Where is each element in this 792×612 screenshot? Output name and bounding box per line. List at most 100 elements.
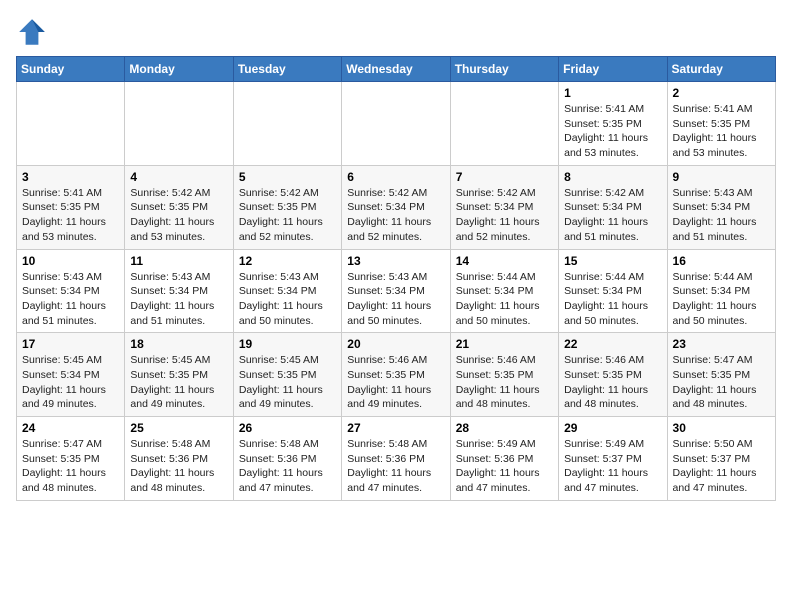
calendar-day-cell: 17Sunrise: 5:45 AM Sunset: 5:34 PM Dayli… bbox=[17, 333, 125, 417]
day-number: 9 bbox=[673, 170, 770, 184]
day-info: Sunrise: 5:47 AM Sunset: 5:35 PM Dayligh… bbox=[673, 353, 770, 412]
day-info: Sunrise: 5:43 AM Sunset: 5:34 PM Dayligh… bbox=[130, 270, 227, 329]
day-number: 23 bbox=[673, 337, 770, 351]
day-number: 12 bbox=[239, 254, 336, 268]
day-number: 18 bbox=[130, 337, 227, 351]
calendar-day-cell: 2 Sunrise: 5:41 AM Sunset: 5:35 PM Daylig… bbox=[667, 82, 775, 166]
calendar-day-cell: 27Sunrise: 5:48 AM Sunset: 5:36 PM Dayli… bbox=[342, 417, 450, 501]
calendar-week-row: 3 Sunrise: 5:41 AM Sunset: 5:35 PM Daylig… bbox=[17, 165, 776, 249]
day-number: 10 bbox=[22, 254, 119, 268]
day-info: Sunrise: 5:43 AM Sunset: 5:34 PM Dayligh… bbox=[347, 270, 444, 329]
calendar-day-cell: 22 Sunrise: 5:46 AM Sunset: 5:35 PM Dayli… bbox=[559, 333, 667, 417]
calendar-body: 1Sunrise: 5:41 AM Sunset: 5:35 PM Daylig… bbox=[17, 82, 776, 501]
weekday-header: Tuesday bbox=[233, 57, 341, 82]
day-number: 29 bbox=[564, 421, 661, 435]
calendar-day-cell: 5 Sunrise: 5:42 AM Sunset: 5:35 PM Daylig… bbox=[233, 165, 341, 249]
calendar-day-cell bbox=[450, 82, 558, 166]
day-info: Sunrise: 5:43 AM Sunset: 5:34 PM Dayligh… bbox=[22, 270, 119, 329]
calendar-day-cell: 15 Sunrise: 5:44 AM Sunset: 5:34 PM Dayli… bbox=[559, 249, 667, 333]
day-info: Sunrise: 5:46 AM Sunset: 5:35 PM Dayligh… bbox=[564, 353, 661, 412]
calendar-day-cell: 12 Sunrise: 5:43 AM Sunset: 5:34 PM Dayli… bbox=[233, 249, 341, 333]
calendar-week-row: 1Sunrise: 5:41 AM Sunset: 5:35 PM Daylig… bbox=[17, 82, 776, 166]
calendar-day-cell: 7 Sunrise: 5:42 AM Sunset: 5:34 PM Daylig… bbox=[450, 165, 558, 249]
day-number: 3 bbox=[22, 170, 119, 184]
day-info: Sunrise: 5:44 AM Sunset: 5:34 PM Dayligh… bbox=[456, 270, 553, 329]
logo-icon bbox=[16, 16, 48, 48]
calendar-day-cell: 28 Sunrise: 5:49 AM Sunset: 5:36 PM Dayli… bbox=[450, 417, 558, 501]
day-info: Sunrise: 5:48 AM Sunset: 5:36 PM Dayligh… bbox=[130, 437, 227, 496]
day-info: Sunrise: 5:41 AM Sunset: 5:35 PM Dayligh… bbox=[564, 102, 661, 161]
weekday-header: Friday bbox=[559, 57, 667, 82]
day-info: Sunrise: 5:42 AM Sunset: 5:35 PM Dayligh… bbox=[239, 186, 336, 245]
calendar-week-row: 10 Sunrise: 5:43 AM Sunset: 5:34 PM Dayli… bbox=[17, 249, 776, 333]
day-number: 24 bbox=[22, 421, 119, 435]
weekday-header: Thursday bbox=[450, 57, 558, 82]
day-info: Sunrise: 5:45 AM Sunset: 5:34 PM Dayligh… bbox=[22, 353, 119, 412]
calendar-day-cell: 8 Sunrise: 5:42 AM Sunset: 5:34 PM Daylig… bbox=[559, 165, 667, 249]
day-info: Sunrise: 5:49 AM Sunset: 5:37 PM Dayligh… bbox=[564, 437, 661, 496]
day-number: 16 bbox=[673, 254, 770, 268]
day-number: 15 bbox=[564, 254, 661, 268]
logo bbox=[16, 16, 52, 48]
day-number: 14 bbox=[456, 254, 553, 268]
day-info: Sunrise: 5:47 AM Sunset: 5:35 PM Dayligh… bbox=[22, 437, 119, 496]
calendar-day-cell bbox=[125, 82, 233, 166]
day-info: Sunrise: 5:42 AM Sunset: 5:34 PM Dayligh… bbox=[456, 186, 553, 245]
calendar-day-cell: 26 Sunrise: 5:48 AM Sunset: 5:36 PM Dayli… bbox=[233, 417, 341, 501]
calendar-day-cell: 1Sunrise: 5:41 AM Sunset: 5:35 PM Daylig… bbox=[559, 82, 667, 166]
day-info: Sunrise: 5:42 AM Sunset: 5:34 PM Dayligh… bbox=[347, 186, 444, 245]
day-info: Sunrise: 5:41 AM Sunset: 5:35 PM Dayligh… bbox=[22, 186, 119, 245]
day-number: 28 bbox=[456, 421, 553, 435]
day-number: 20 bbox=[347, 337, 444, 351]
weekday-header: Monday bbox=[125, 57, 233, 82]
day-number: 4 bbox=[130, 170, 227, 184]
calendar-day-cell: 6 Sunrise: 5:42 AM Sunset: 5:34 PM Daylig… bbox=[342, 165, 450, 249]
calendar-day-cell: 25 Sunrise: 5:48 AM Sunset: 5:36 PM Dayli… bbox=[125, 417, 233, 501]
day-info: Sunrise: 5:48 AM Sunset: 5:36 PM Dayligh… bbox=[239, 437, 336, 496]
calendar-day-cell: 21Sunrise: 5:46 AM Sunset: 5:35 PM Dayli… bbox=[450, 333, 558, 417]
calendar-week-row: 24 Sunrise: 5:47 AM Sunset: 5:35 PM Dayli… bbox=[17, 417, 776, 501]
day-info: Sunrise: 5:41 AM Sunset: 5:35 PM Dayligh… bbox=[673, 102, 770, 161]
calendar-header: SundayMondayTuesdayWednesdayThursdayFrid… bbox=[17, 57, 776, 82]
day-number: 7 bbox=[456, 170, 553, 184]
day-info: Sunrise: 5:45 AM Sunset: 5:35 PM Dayligh… bbox=[239, 353, 336, 412]
weekday-header: Sunday bbox=[17, 57, 125, 82]
day-number: 25 bbox=[130, 421, 227, 435]
day-info: Sunrise: 5:44 AM Sunset: 5:34 PM Dayligh… bbox=[564, 270, 661, 329]
day-number: 11 bbox=[130, 254, 227, 268]
calendar-day-cell: 18 Sunrise: 5:45 AM Sunset: 5:35 PM Dayli… bbox=[125, 333, 233, 417]
weekday-header: Saturday bbox=[667, 57, 775, 82]
calendar-day-cell: 24 Sunrise: 5:47 AM Sunset: 5:35 PM Dayli… bbox=[17, 417, 125, 501]
day-info: Sunrise: 5:45 AM Sunset: 5:35 PM Dayligh… bbox=[130, 353, 227, 412]
day-number: 19 bbox=[239, 337, 336, 351]
day-info: Sunrise: 5:43 AM Sunset: 5:34 PM Dayligh… bbox=[239, 270, 336, 329]
day-info: Sunrise: 5:46 AM Sunset: 5:35 PM Dayligh… bbox=[456, 353, 553, 412]
day-info: Sunrise: 5:44 AM Sunset: 5:34 PM Dayligh… bbox=[673, 270, 770, 329]
day-number: 22 bbox=[564, 337, 661, 351]
calendar-day-cell: 14 Sunrise: 5:44 AM Sunset: 5:34 PM Dayli… bbox=[450, 249, 558, 333]
day-number: 6 bbox=[347, 170, 444, 184]
day-info: Sunrise: 5:43 AM Sunset: 5:34 PM Dayligh… bbox=[673, 186, 770, 245]
day-info: Sunrise: 5:48 AM Sunset: 5:36 PM Dayligh… bbox=[347, 437, 444, 496]
day-number: 30 bbox=[673, 421, 770, 435]
page-header bbox=[16, 16, 776, 48]
calendar-day-cell: 23 Sunrise: 5:47 AM Sunset: 5:35 PM Dayli… bbox=[667, 333, 775, 417]
calendar-day-cell bbox=[17, 82, 125, 166]
calendar-day-cell: 3 Sunrise: 5:41 AM Sunset: 5:35 PM Daylig… bbox=[17, 165, 125, 249]
calendar-day-cell: 30 Sunrise: 5:50 AM Sunset: 5:37 PM Dayli… bbox=[667, 417, 775, 501]
day-info: Sunrise: 5:49 AM Sunset: 5:36 PM Dayligh… bbox=[456, 437, 553, 496]
day-number: 26 bbox=[239, 421, 336, 435]
day-info: Sunrise: 5:50 AM Sunset: 5:37 PM Dayligh… bbox=[673, 437, 770, 496]
day-number: 5 bbox=[239, 170, 336, 184]
calendar-table: SundayMondayTuesdayWednesdayThursdayFrid… bbox=[16, 56, 776, 501]
calendar-day-cell: 20Sunrise: 5:46 AM Sunset: 5:35 PM Dayli… bbox=[342, 333, 450, 417]
calendar-day-cell bbox=[233, 82, 341, 166]
day-number: 13 bbox=[347, 254, 444, 268]
day-number: 8 bbox=[564, 170, 661, 184]
calendar-day-cell: 19 Sunrise: 5:45 AM Sunset: 5:35 PM Dayli… bbox=[233, 333, 341, 417]
calendar-day-cell: 10 Sunrise: 5:43 AM Sunset: 5:34 PM Dayli… bbox=[17, 249, 125, 333]
day-number: 2 bbox=[673, 86, 770, 100]
weekday-header: Wednesday bbox=[342, 57, 450, 82]
day-info: Sunrise: 5:42 AM Sunset: 5:34 PM Dayligh… bbox=[564, 186, 661, 245]
calendar-day-cell: 29 Sunrise: 5:49 AM Sunset: 5:37 PM Dayli… bbox=[559, 417, 667, 501]
